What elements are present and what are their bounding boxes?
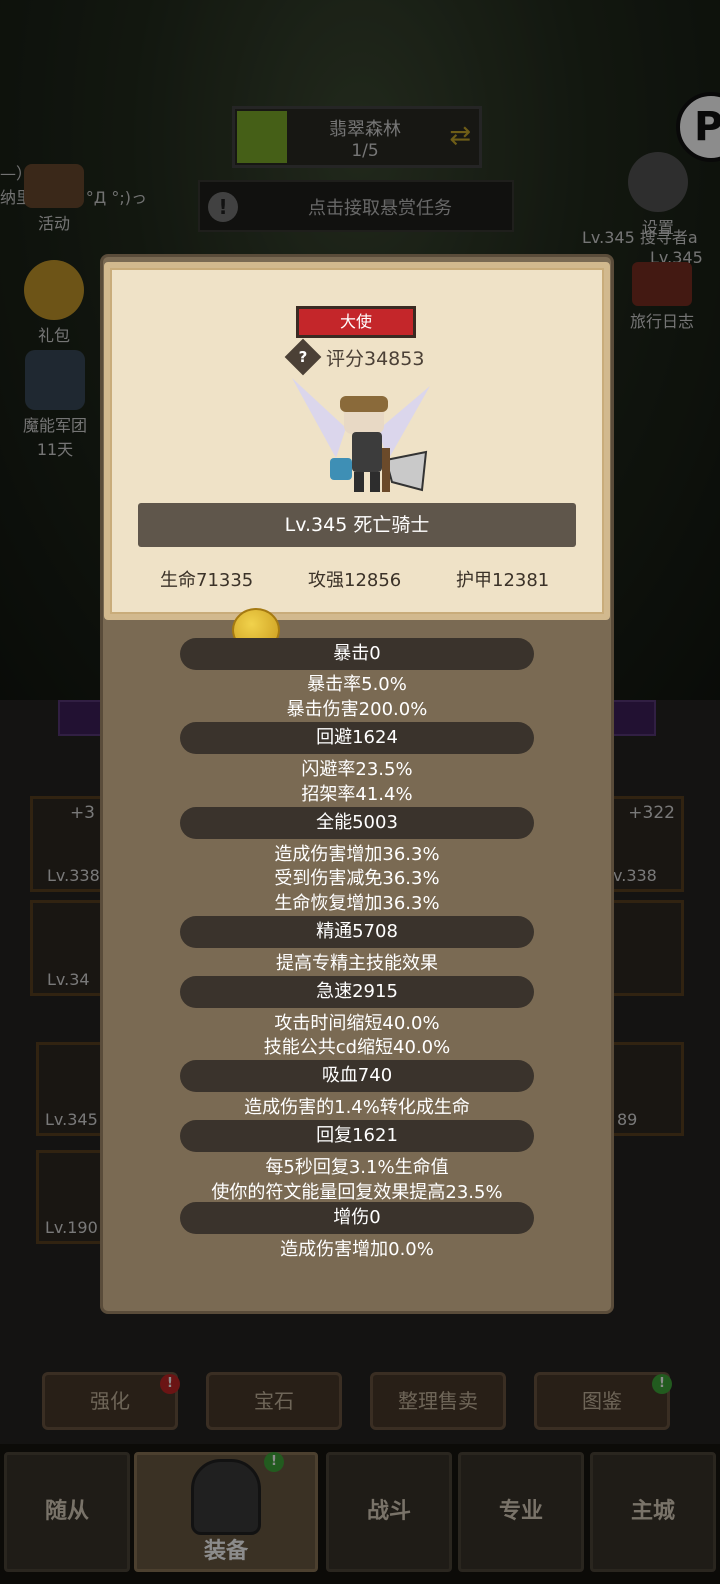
stat-header-lifesteal: 吸血740 (180, 1060, 534, 1092)
stat-header-mastery: 精通5708 (180, 916, 534, 948)
stat-header-damage-bonus: 增伤0 (180, 1202, 534, 1234)
stat-detail: 生命恢复增加36.3% (274, 893, 440, 914)
stat-detail: 攻击时间缩短40.0% (274, 1013, 440, 1034)
character-portrait (292, 378, 430, 492)
score-help-icon[interactable]: ? (284, 338, 322, 376)
stat-detail: 使你的符文能量回复效果提高23.5% (211, 1182, 503, 1203)
stat-armor: 护甲12381 (456, 570, 550, 591)
score-value: 评分34853 (326, 348, 425, 370)
stat-detail: 造成伤害增加36.3% (274, 844, 440, 865)
stat-detail: 暴击率5.0% (307, 674, 407, 695)
stat-health: 生命71335 (160, 570, 254, 591)
stat-detail: 造成伤害的1.4%转化成生命 (244, 1097, 470, 1118)
stat-detail: 每5秒回复3.1%生命值 (265, 1157, 449, 1178)
stat-detail: 受到伤害减免36.3% (274, 868, 440, 889)
stat-header-versatility: 全能5003 (180, 807, 534, 839)
stat-detail: 造成伤害增加0.0% (280, 1239, 434, 1260)
stat-header-crit: 暴击0 (180, 638, 534, 670)
stat-detail: 闪避率23.5% (301, 759, 413, 780)
stat-detail: 提高专精主技能效果 (276, 953, 438, 974)
stat-detail: 技能公共cd缩短40.0% (263, 1037, 451, 1058)
stat-header-recovery: 回复1621 (180, 1120, 534, 1152)
stat-header-avoidance: 回避1624 (180, 722, 534, 754)
stat-detail: 招架率41.4% (301, 784, 413, 805)
title-badge: 大使 (296, 306, 416, 338)
stat-header-haste: 急速2915 (180, 976, 534, 1008)
character-name: Lv.345 死亡骑士 (138, 503, 576, 547)
stat-detail: 暴击伤害200.0% (286, 699, 428, 720)
stat-attack-power: 攻强12856 (308, 570, 402, 591)
